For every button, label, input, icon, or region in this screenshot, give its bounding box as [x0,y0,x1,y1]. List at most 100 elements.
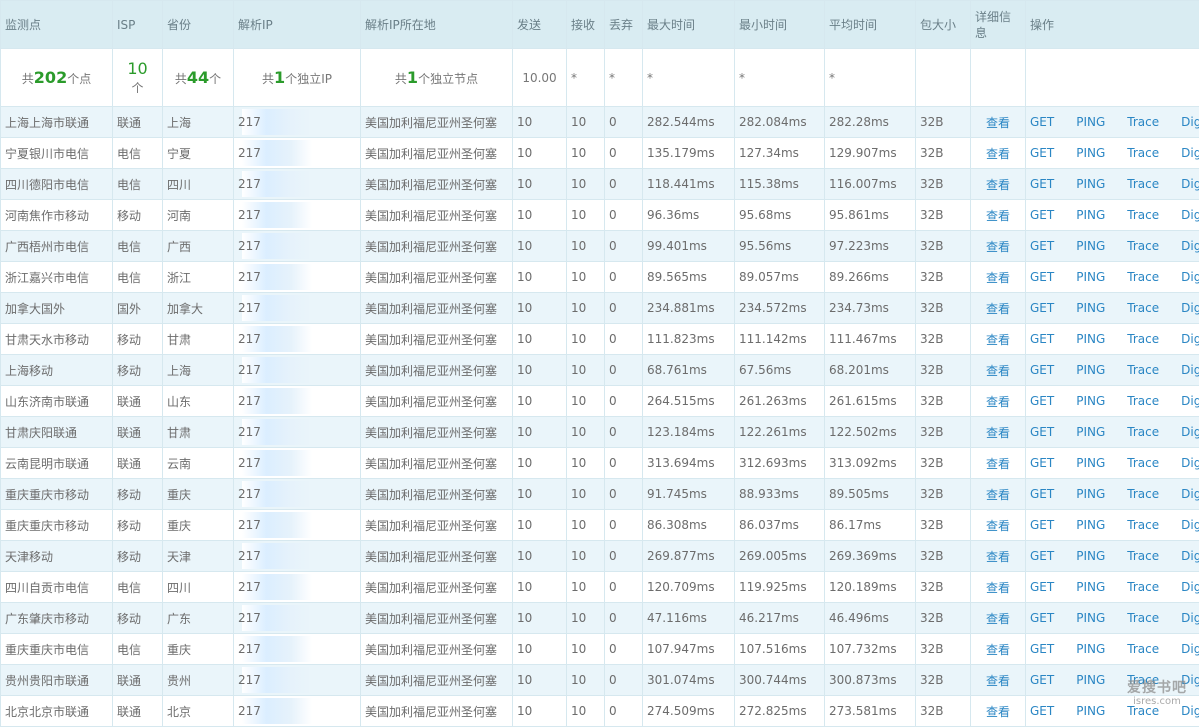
trace-link[interactable]: Trace [1127,270,1159,284]
view-details-link[interactable]: 查看 [986,395,1010,409]
ping-link[interactable]: PING [1076,704,1105,718]
dig-link[interactable]: Dig [1181,642,1198,656]
view-details-link[interactable]: 查看 [986,147,1010,161]
dig-link[interactable]: Dig [1181,394,1198,408]
dig-link[interactable]: Dig [1181,456,1198,470]
dig-link[interactable]: Dig [1181,487,1198,501]
trace-link[interactable]: Trace [1127,456,1159,470]
dig-link[interactable]: Dig [1181,208,1198,222]
view-details-link[interactable]: 查看 [986,116,1010,130]
dig-link[interactable]: Dig [1181,549,1198,563]
get-link[interactable]: GET [1030,611,1054,625]
trace-link[interactable]: Trace [1127,425,1159,439]
trace-link[interactable]: Trace [1127,239,1159,253]
ping-link[interactable]: PING [1076,642,1105,656]
ping-link[interactable]: PING [1076,177,1105,191]
ping-link[interactable]: PING [1076,394,1105,408]
get-link[interactable]: GET [1030,704,1054,718]
trace-link[interactable]: Trace [1127,518,1159,532]
view-details-link[interactable]: 查看 [986,612,1010,626]
dig-link[interactable]: Dig [1181,518,1198,532]
dig-link[interactable]: Dig [1181,115,1198,129]
view-details-link[interactable]: 查看 [986,488,1010,502]
trace-link[interactable]: Trace [1127,394,1159,408]
view-details-link[interactable]: 查看 [986,457,1010,471]
trace-link[interactable]: Trace [1127,177,1159,191]
view-details-link[interactable]: 查看 [986,178,1010,192]
trace-link[interactable]: Trace [1127,642,1159,656]
dig-link[interactable]: Dig [1181,301,1198,315]
get-link[interactable]: GET [1030,549,1054,563]
details-cell: 查看 [970,261,1026,293]
ping-link[interactable]: PING [1076,580,1105,594]
dig-link[interactable]: Dig [1181,146,1198,160]
lost-cell: 0 [604,540,643,572]
view-details-link[interactable]: 查看 [986,674,1010,688]
ping-link[interactable]: PING [1076,332,1105,346]
get-link[interactable]: GET [1030,332,1054,346]
get-link[interactable]: GET [1030,580,1054,594]
get-link[interactable]: GET [1030,363,1054,377]
dig-link[interactable]: Dig [1181,332,1198,346]
view-details-link[interactable]: 查看 [986,209,1010,223]
dig-link[interactable]: Dig [1181,425,1198,439]
view-details-link[interactable]: 查看 [986,271,1010,285]
get-link[interactable]: GET [1030,239,1054,253]
view-details-link[interactable]: 查看 [986,519,1010,533]
view-details-link[interactable]: 查看 [986,643,1010,657]
ping-link[interactable]: PING [1076,673,1105,687]
ping-link[interactable]: PING [1076,611,1105,625]
dig-link[interactable]: Dig [1181,239,1198,253]
ping-link[interactable]: PING [1076,270,1105,284]
ping-link[interactable]: PING [1076,363,1105,377]
get-link[interactable]: GET [1030,394,1054,408]
ping-link[interactable]: PING [1076,301,1105,315]
get-link[interactable]: GET [1030,270,1054,284]
dig-link[interactable]: Dig [1181,363,1198,377]
ping-link[interactable]: PING [1076,208,1105,222]
trace-link[interactable]: Trace [1127,580,1159,594]
get-link[interactable]: GET [1030,456,1054,470]
ping-link[interactable]: PING [1076,487,1105,501]
get-link[interactable]: GET [1030,518,1054,532]
trace-link[interactable]: Trace [1127,115,1159,129]
get-link[interactable]: GET [1030,487,1054,501]
trace-link[interactable]: Trace [1127,611,1159,625]
dig-link[interactable]: Dig [1181,611,1198,625]
ping-link[interactable]: PING [1076,456,1105,470]
view-details-link[interactable]: 查看 [986,333,1010,347]
get-link[interactable]: GET [1030,425,1054,439]
view-details-link[interactable]: 查看 [986,581,1010,595]
get-link[interactable]: GET [1030,642,1054,656]
trace-link[interactable]: Trace [1127,301,1159,315]
view-details-link[interactable]: 查看 [986,240,1010,254]
get-link[interactable]: GET [1030,177,1054,191]
received-cell: 10 [566,571,605,603]
ping-link[interactable]: PING [1076,549,1105,563]
view-details-link[interactable]: 查看 [986,364,1010,378]
trace-link[interactable]: Trace [1127,549,1159,563]
ping-link[interactable]: PING [1076,115,1105,129]
ping-link[interactable]: PING [1076,518,1105,532]
trace-link[interactable]: Trace [1127,146,1159,160]
trace-link[interactable]: Trace [1127,332,1159,346]
trace-link[interactable]: Trace [1127,363,1159,377]
trace-link[interactable]: Trace [1127,487,1159,501]
get-link[interactable]: GET [1030,208,1054,222]
get-link[interactable]: GET [1030,673,1054,687]
get-link[interactable]: GET [1030,115,1054,129]
dig-link[interactable]: Dig [1181,177,1198,191]
received-cell: 10 [566,664,605,696]
view-details-link[interactable]: 查看 [986,705,1010,719]
ping-link[interactable]: PING [1076,239,1105,253]
dig-link[interactable]: Dig [1181,270,1198,284]
get-link[interactable]: GET [1030,146,1054,160]
view-details-link[interactable]: 查看 [986,426,1010,440]
ping-link[interactable]: PING [1076,425,1105,439]
dig-link[interactable]: Dig [1181,580,1198,594]
view-details-link[interactable]: 查看 [986,550,1010,564]
ping-link[interactable]: PING [1076,146,1105,160]
get-link[interactable]: GET [1030,301,1054,315]
trace-link[interactable]: Trace [1127,208,1159,222]
view-details-link[interactable]: 查看 [986,302,1010,316]
